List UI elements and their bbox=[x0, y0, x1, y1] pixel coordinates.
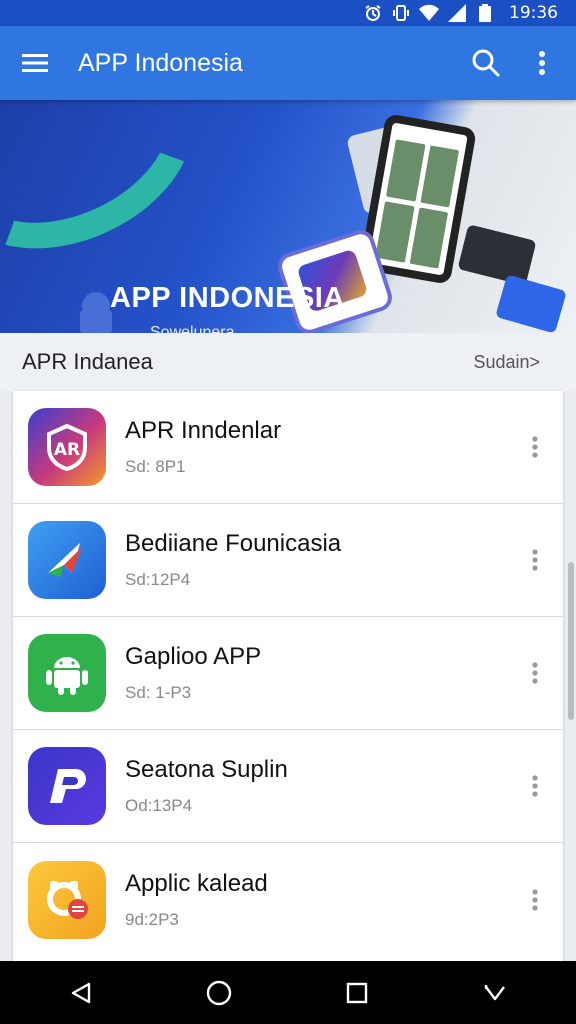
list-item[interactable]: AR APR Inndenlar Sd: 8P1 bbox=[13, 391, 563, 504]
alarm-icon bbox=[363, 3, 383, 23]
svg-text:AR: AR bbox=[54, 440, 80, 460]
item-more-button[interactable] bbox=[507, 756, 563, 816]
app-icon bbox=[28, 634, 106, 712]
home-button[interactable] bbox=[189, 961, 249, 1024]
more-vert-icon bbox=[532, 549, 538, 571]
scrollbar-thumb[interactable] bbox=[568, 562, 574, 720]
list-item[interactable]: Seatona Suplin Od:13P4 bbox=[13, 730, 563, 843]
app-icon bbox=[28, 860, 106, 939]
app-meta: 9d:2P3 bbox=[125, 909, 179, 929]
battery-icon bbox=[475, 3, 495, 23]
more-vert-icon bbox=[532, 662, 538, 684]
section-header: APR Indanea Sudain> bbox=[0, 333, 576, 391]
app-name: Seatona Suplin bbox=[125, 756, 288, 783]
app-name: APR Inndenlar bbox=[125, 417, 282, 444]
banner-swoosh bbox=[0, 100, 226, 287]
banner-tile bbox=[495, 274, 567, 333]
item-more-button[interactable] bbox=[507, 417, 563, 477]
search-button[interactable] bbox=[458, 26, 514, 100]
back-button[interactable] bbox=[51, 961, 111, 1024]
app-meta: Sd: 1-P3 bbox=[125, 683, 192, 702]
status-bar: 19:36 bbox=[0, 0, 576, 26]
item-more-button[interactable] bbox=[507, 870, 563, 930]
app-icon bbox=[28, 521, 106, 599]
app-meta: Sd:12P4 bbox=[125, 570, 191, 589]
search-icon bbox=[472, 49, 500, 77]
banner-title: APP INDONESIA bbox=[110, 282, 345, 314]
list-item[interactable]: Applic kalead 9d:2P3 bbox=[13, 843, 563, 956]
system-nav-bar bbox=[0, 961, 576, 1024]
banner-tile bbox=[457, 224, 537, 286]
more-vert-icon bbox=[532, 888, 538, 911]
app-icon bbox=[28, 747, 106, 825]
more-vert-icon bbox=[532, 436, 538, 458]
keyboard-down-button[interactable] bbox=[465, 961, 525, 1024]
app-list: AR APR Inndenlar Sd: 8P1 Bediiane Founic… bbox=[13, 391, 563, 961]
app-meta: Sd: 8P1 bbox=[125, 457, 186, 476]
app-name: Gaplioo APP bbox=[125, 643, 262, 670]
app-name: Applic kalead bbox=[125, 869, 268, 897]
menu-icon bbox=[22, 54, 48, 72]
more-vert-icon bbox=[539, 51, 545, 75]
app-title: APP Indonesia bbox=[78, 48, 243, 77]
vibrate-icon bbox=[391, 3, 411, 23]
home-icon bbox=[206, 980, 232, 1005]
app-icon: AR bbox=[28, 408, 106, 486]
signal-icon bbox=[447, 3, 467, 23]
banner-subtitle: Sowelunera bbox=[150, 324, 235, 333]
wifi-icon bbox=[419, 3, 439, 23]
see-more-link[interactable]: Sudain> bbox=[473, 352, 540, 373]
overflow-menu-button[interactable] bbox=[514, 26, 570, 100]
list-item[interactable]: Bediiane Founicasia Sd:12P4 bbox=[13, 504, 563, 617]
recents-icon bbox=[346, 982, 368, 1003]
item-more-button[interactable] bbox=[507, 643, 563, 703]
keyboard-down-icon bbox=[484, 984, 505, 1000]
menu-button[interactable] bbox=[0, 26, 70, 100]
more-vert-icon bbox=[532, 775, 538, 797]
section-title: APR Indanea bbox=[22, 349, 153, 374]
status-time: 19:36 bbox=[509, 3, 558, 23]
back-icon bbox=[71, 982, 91, 1003]
app-name: Bediiane Founicasia bbox=[125, 530, 342, 557]
app-meta: Od:13P4 bbox=[125, 796, 193, 815]
app-bar: APP Indonesia bbox=[0, 26, 576, 100]
promo-banner[interactable]: APP INDONESIA Sowelunera bbox=[0, 100, 576, 333]
list-item[interactable]: Gaplioo APP Sd: 1-P3 bbox=[13, 617, 563, 730]
item-more-button[interactable] bbox=[507, 530, 563, 590]
recents-button[interactable] bbox=[327, 961, 387, 1024]
